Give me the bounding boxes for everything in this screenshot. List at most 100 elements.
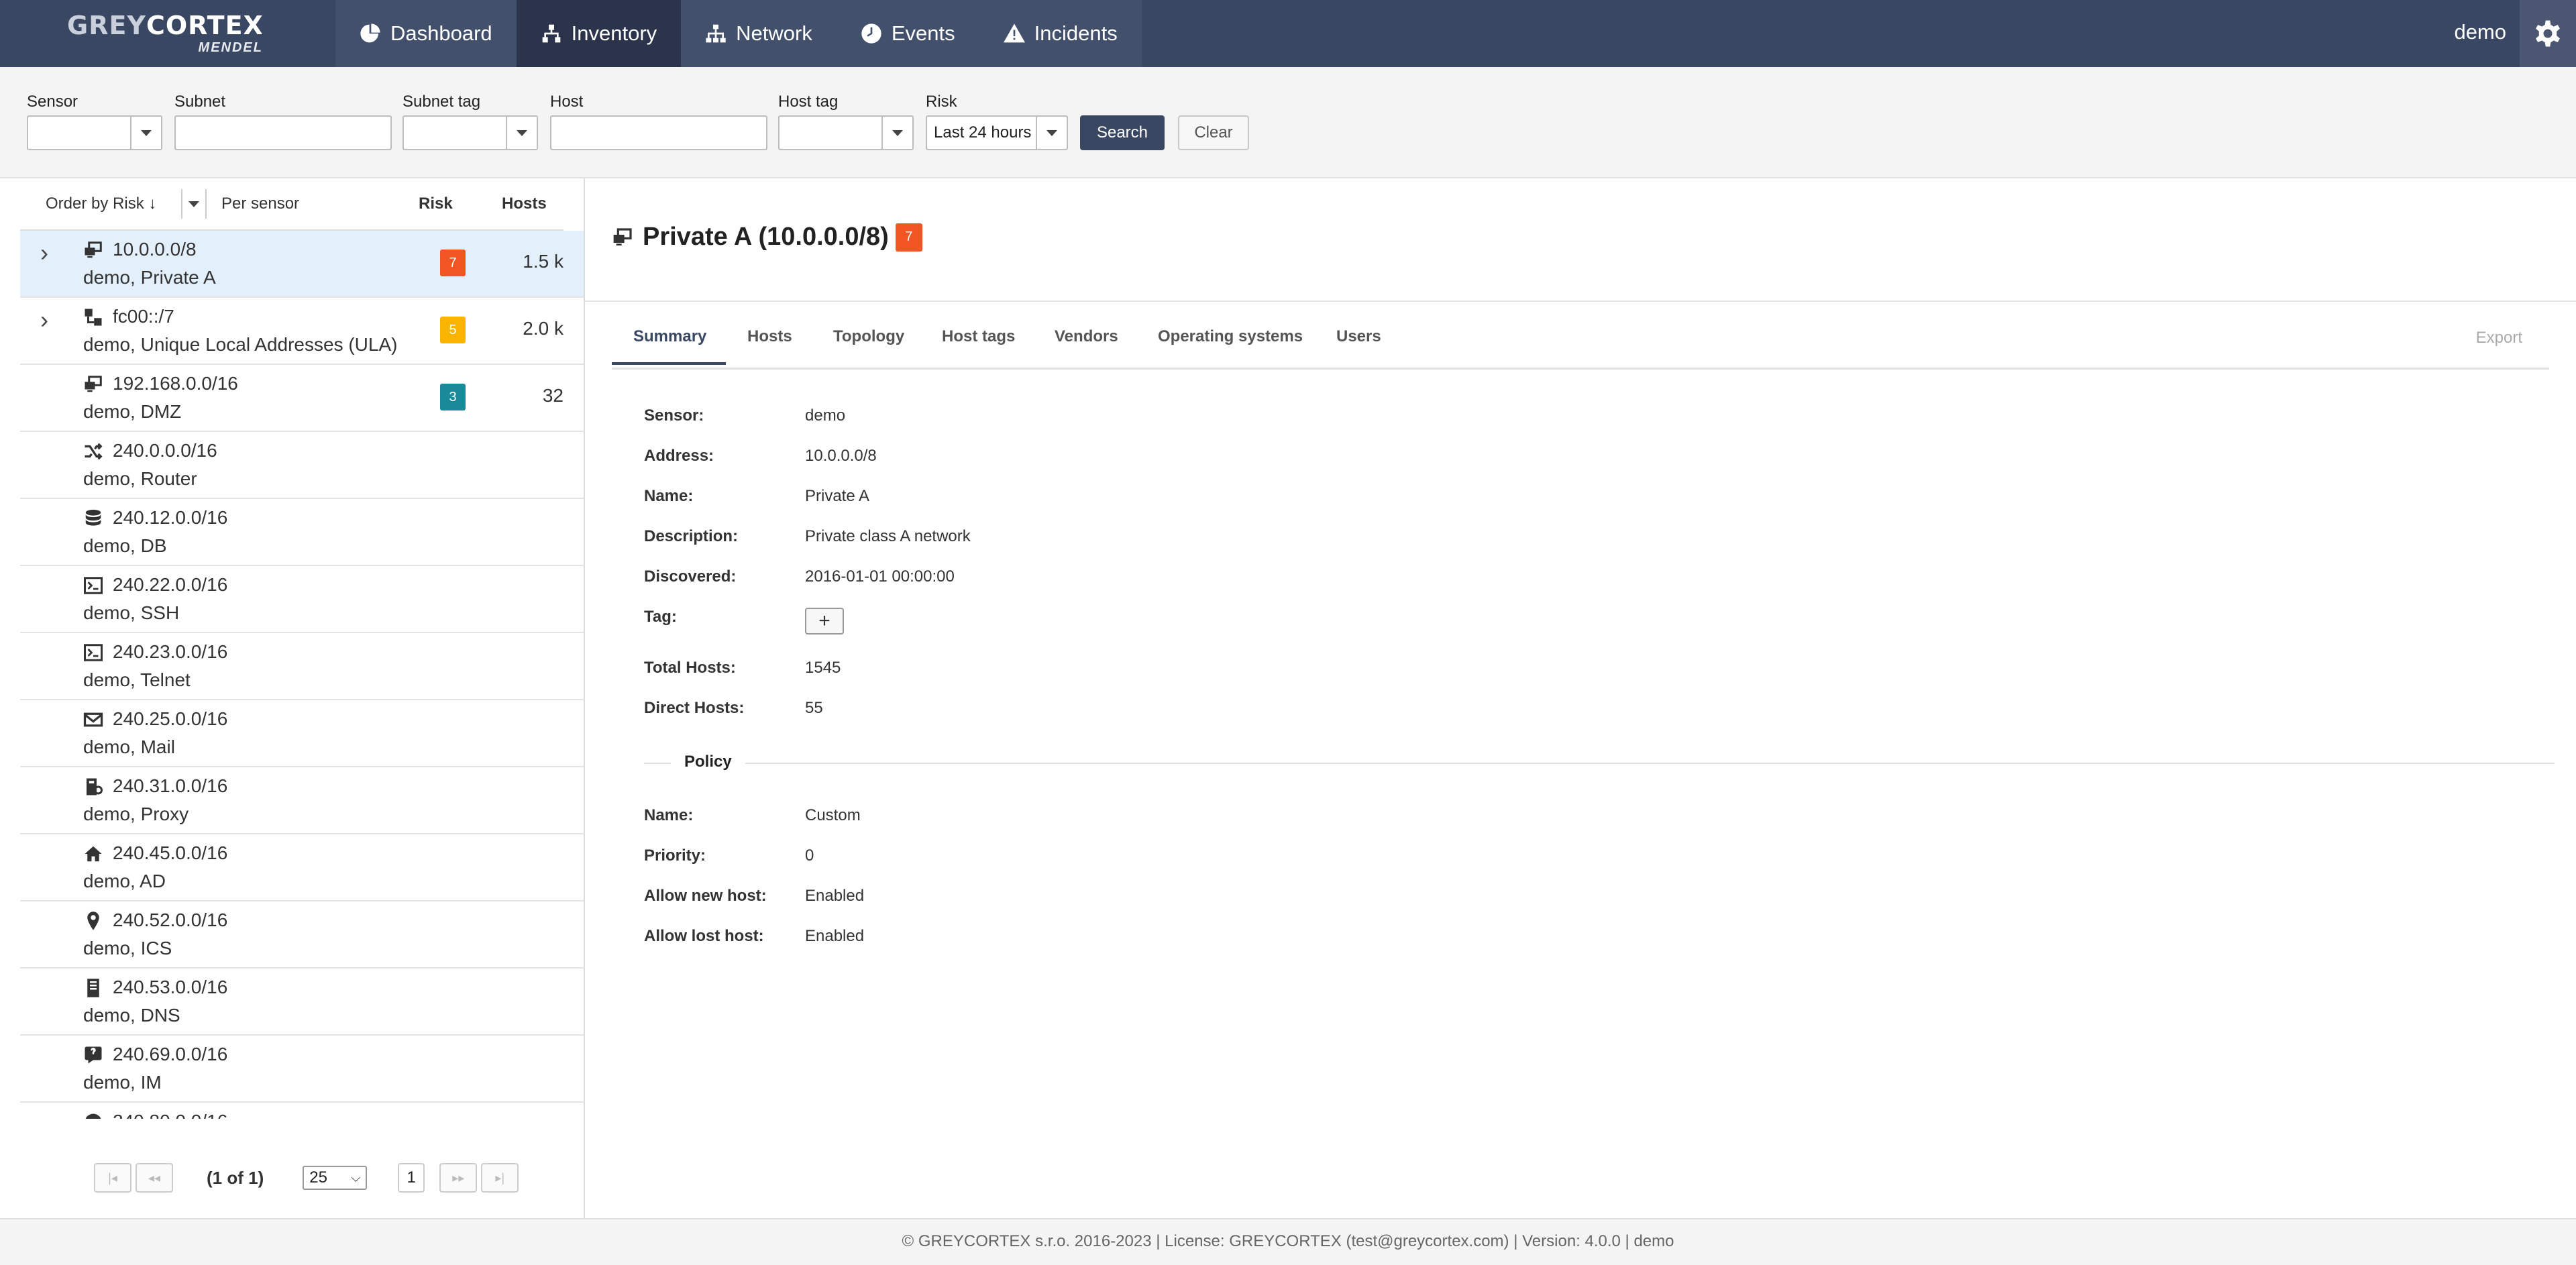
per-sensor-toggle[interactable]: Per sensor: [221, 195, 299, 213]
search-button[interactable]: Search: [1080, 115, 1165, 150]
order-dropdown-button[interactable]: [181, 189, 207, 219]
subnet-subtitle: demo, DMZ: [83, 401, 182, 422]
subnet-address: 240.31.0.0/16: [113, 775, 228, 796]
subnet-subtitle: demo, Router: [83, 468, 197, 489]
tab-host-tags[interactable]: Host tags: [942, 327, 1015, 346]
field-value: 1545: [805, 659, 841, 677]
subnet-subtitle: demo, ICS: [83, 938, 172, 958]
list-item[interactable]: 240.69.0.0/16 demo, IM: [20, 1036, 584, 1103]
field-label: Total Hosts:: [644, 659, 736, 677]
list-item[interactable]: 240.53.0.0/16 demo, DNS: [20, 969, 584, 1036]
local-network-icon: [613, 227, 632, 245]
tab-hosts[interactable]: Hosts: [747, 327, 792, 346]
risk-column-header[interactable]: Risk: [419, 195, 453, 213]
rows-per-page-select[interactable]: 25 ⌵: [303, 1166, 368, 1190]
database-icon: [85, 509, 101, 526]
subnet-address: 240.12.0.0/16: [113, 507, 228, 528]
list-item[interactable]: 240.25.0.0/16 demo, Mail: [20, 700, 584, 767]
field-value: 10.0.0.0/8: [805, 447, 877, 465]
chevron-down-icon[interactable]: [130, 117, 161, 149]
nav-events[interactable]: Events: [836, 0, 979, 67]
first-page-icon: |◂: [108, 1170, 117, 1185]
field-label: Address:: [644, 447, 714, 465]
subnet-subtitle: demo, Telnet: [83, 669, 191, 690]
risk-filter: Risk Last 24 hours: [926, 93, 1068, 150]
local-network-icon: [85, 376, 102, 392]
user-menu[interactable]: demo: [2454, 20, 2506, 44]
pagination: |◂ ◂◂ (1 of 1) 25 ⌵ 1 ▸▸ ▸|: [94, 1162, 523, 1194]
nav-incidents[interactable]: Incidents: [979, 0, 1142, 67]
tab-summary[interactable]: Summary: [633, 327, 706, 346]
list-item[interactable]: 240.80.0.0/16: [20, 1103, 584, 1119]
footer: © GREYCORTEX s.r.o. 2016-2023 | License:…: [0, 1218, 2576, 1265]
field-value: 2016-01-01 00:00:00: [805, 567, 955, 586]
arrow-down-icon: ↓: [148, 195, 157, 213]
prev-page-button[interactable]: ◂◂: [136, 1163, 173, 1193]
tab-users[interactable]: Users: [1336, 327, 1381, 346]
field-value: Enabled: [805, 887, 865, 905]
list-item[interactable]: 240.0.0.0/16 demo, Router: [20, 432, 584, 499]
field-label: Allow lost host:: [644, 927, 764, 945]
risk-select[interactable]: Last 24 hours: [926, 115, 1068, 150]
nav-network[interactable]: Network: [681, 0, 837, 67]
page-number-button[interactable]: 1: [398, 1163, 425, 1193]
chevron-down-icon[interactable]: [506, 117, 537, 149]
order-by-risk-button[interactable]: Order by Risk ↓: [46, 195, 156, 213]
top-navigation-bar: GREYCORTEX MENDEL Dashboard Inventory Ne…: [0, 0, 2576, 67]
policy-divider: [644, 763, 2555, 764]
tab-topology[interactable]: Topology: [833, 327, 904, 346]
subnet-address: 240.0.0.0/16: [113, 440, 217, 461]
greycortex-logo[interactable]: GREYCORTEX MENDEL: [67, 11, 268, 58]
next-page-button[interactable]: ▸▸: [439, 1163, 478, 1193]
brand-name-grey: GREY: [67, 11, 146, 40]
chevron-down-icon[interactable]: [1036, 117, 1067, 149]
list-item[interactable]: 240.31.0.0/16 demo, Proxy: [20, 767, 584, 834]
subnet-subtitle: demo, DNS: [83, 1005, 180, 1026]
warning-icon: [1003, 23, 1025, 43]
plus-icon: +: [818, 610, 830, 632]
subnet-input[interactable]: [174, 115, 392, 150]
network-icon: [706, 24, 726, 43]
gear-icon: [2536, 20, 2560, 47]
field-label: Name:: [644, 487, 694, 505]
tab-operating-systems[interactable]: Operating systems: [1158, 327, 1303, 346]
clock-icon: [861, 23, 881, 44]
subnet-subtitle: demo, Mail: [83, 736, 175, 757]
hosts-column-header[interactable]: Hosts: [502, 195, 547, 213]
chevron-right-icon[interactable]: ›: [40, 239, 48, 267]
order-label: Order by Risk: [46, 195, 144, 213]
list-item[interactable]: 240.22.0.0/16 demo, SSH: [20, 566, 584, 633]
clear-button[interactable]: Clear: [1178, 115, 1249, 150]
sensor-select[interactable]: [27, 115, 162, 150]
list-item[interactable]: 240.52.0.0/16 demo, ICS: [20, 901, 584, 969]
host-tag-select[interactable]: [778, 115, 914, 150]
subnet-address: 240.53.0.0/16: [113, 977, 228, 997]
export-button[interactable]: Export: [2476, 329, 2522, 347]
nav-label: Inventory: [571, 21, 657, 45]
settings-button[interactable]: [2520, 0, 2576, 67]
last-page-button[interactable]: ▸|: [481, 1163, 519, 1193]
field-label: Discovered:: [644, 567, 737, 586]
chevron-right-icon[interactable]: ›: [40, 306, 48, 334]
add-tag-button[interactable]: +: [805, 608, 844, 635]
subnet-tag-select[interactable]: [402, 115, 538, 150]
first-page-button[interactable]: |◂: [94, 1163, 131, 1193]
nav-inventory[interactable]: Inventory: [516, 0, 682, 67]
host-label: Host: [550, 93, 584, 111]
list-item[interactable]: › fc00::/7 demo, Unique Local Addresses …: [20, 298, 584, 365]
chevron-down-icon: ⌵: [351, 1170, 361, 1185]
risk-badge: 7: [440, 250, 466, 276]
field-value: Enabled: [805, 927, 865, 945]
sensor-label: Sensor: [27, 93, 78, 111]
detail-tabs: Summary Hosts Topology Host tags Vendors…: [612, 315, 2549, 370]
subnet-tag-label: Subnet tag: [402, 93, 481, 111]
list-item[interactable]: 192.168.0.0/16 demo, DMZ 3 32: [20, 365, 584, 432]
tab-vendors[interactable]: Vendors: [1055, 327, 1118, 346]
list-item[interactable]: › 10.0.0.0/8 demo, Private A 7 1.5 k: [20, 231, 584, 298]
list-item[interactable]: 240.23.0.0/16 demo, Telnet: [20, 633, 584, 700]
list-item[interactable]: 240.45.0.0/16 demo, AD: [20, 834, 584, 901]
list-item[interactable]: 240.12.0.0/16 demo, DB: [20, 499, 584, 566]
host-input[interactable]: [550, 115, 767, 150]
chevron-down-icon[interactable]: [881, 117, 912, 149]
nav-dashboard[interactable]: Dashboard: [335, 0, 517, 67]
